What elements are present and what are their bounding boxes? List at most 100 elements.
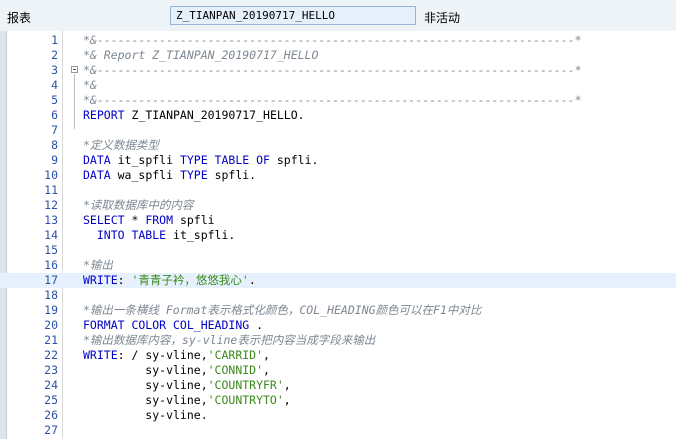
comment-token: *&--------------------------------------… [83,63,582,77]
code-text: REPORT Z_TIANPAN_20190717_HELLO. [83,108,305,123]
code-token: , [283,393,291,407]
code-text: FORMAT COLOR COL_HEADING . [83,318,263,333]
string-token: '青青子衿，悠悠我心' [131,273,249,287]
code-text: *& [83,78,97,93]
line-number: 6 [51,108,58,122]
code-line[interactable]: 8 *定义数据类型 [0,138,676,153]
code-line[interactable]: 15 [0,243,676,258]
code-token: * [131,213,146,227]
code-token: . [256,318,264,332]
code-token: : [117,273,132,287]
comment-token: *&--------------------------------------… [83,93,582,107]
line-number: 20 [44,318,58,332]
code-token: : / sy-vline, [117,348,208,362]
code-token: spfli. [276,153,319,167]
code-text: *定义数据类型 [83,138,159,153]
comment-token: *定义数据类型 [83,138,159,152]
code-line[interactable]: 4 *& [0,78,676,93]
line-number: 26 [44,408,58,422]
code-line[interactable]: 17 WRITE: '青青子衿，悠悠我心'. [0,273,676,288]
comment-token: *读取数据库中的内容 [83,198,194,212]
code-text: *读取数据库中的内容 [83,198,193,213]
line-number: 19 [44,303,58,317]
code-line[interactable]: 2 *& Report Z_TIANPAN_20190717_HELLO [0,48,676,63]
code-text: WRITE: / sy-vline,'CARRID', [83,348,270,363]
code-text: *&--------------------------------------… [83,33,582,48]
keyword-token: DATA [83,168,118,182]
string-token: 'COUNTRYFR' [207,378,284,392]
comment-token: *& [83,78,97,92]
code-token: , [263,363,270,377]
program-name-field[interactable]: Z_TIANPAN_20190717_HELLO [170,6,416,25]
line-number: 3 [51,63,58,77]
code-line[interactable]: 13 SELECT * FROM spfli [0,213,676,228]
line-number: 4 [51,78,58,92]
code-text: sy-vline,'CONNID', [83,363,270,378]
line-number: 25 [44,393,58,407]
line-number: 9 [51,153,58,167]
code-text: sy-vline,'COUNTRYFR', [83,378,290,393]
string-token: 'CONNID' [207,363,264,377]
line-number: 21 [44,333,58,347]
line-number: 12 [44,198,58,212]
code-token: sy-vline, [83,393,208,407]
line-number: 8 [51,138,58,152]
line-number: 7 [51,123,58,137]
code-text: SELECT * FROM spfli [83,213,215,228]
code-line[interactable]: 12 *读取数据库中的内容 [0,198,676,213]
code-editor[interactable]: 1 *&-------------------------------------… [0,31,676,439]
code-line[interactable]: 20 FORMAT COLOR COL_HEADING . [0,318,676,333]
keyword-token: FORMAT COLOR COL_HEADING [83,318,257,332]
keyword-token: TYPE [179,168,215,182]
code-line[interactable]: 16 *输出 [0,258,676,273]
code-line[interactable]: 9 DATA it_spfli TYPE TABLE OF spfli. [0,153,676,168]
code-line[interactable]: 3 *&-------------------------------------… [0,63,676,78]
line-number: 2 [51,48,58,62]
code-token: , [263,348,270,362]
code-text: DATA wa_spfli TYPE spfli. [83,168,256,183]
code-line[interactable]: 25 sy-vline,'COUNTRYTO', [0,393,676,408]
code-line[interactable]: 24 sy-vline,'COUNTRYFR', [0,378,676,393]
code-text: sy-vline,'COUNTRYTO', [83,393,291,408]
code-line[interactable]: 14 INTO TABLE it_spfli. [0,228,676,243]
keyword-token: DATA [83,153,118,167]
line-number: 27 [44,423,58,437]
line-number: 14 [44,228,58,242]
line-number: 1 [51,33,58,47]
comment-token: *& Report Z_TIANPAN_20190717_HELLO [83,48,319,62]
code-line[interactable]: 6 REPORT Z_TIANPAN_20190717_HELLO. [0,108,676,123]
code-line[interactable]: 7 [0,123,676,138]
code-line[interactable]: 23 sy-vline,'CONNID', [0,363,676,378]
code-line[interactable]: 1 *&-------------------------------------… [0,33,676,48]
code-token: sy-vline. [83,408,208,422]
code-line[interactable]: 18 [0,288,676,303]
string-token: 'COUNTRYTO' [207,393,284,407]
keyword-token: SELECT [83,213,132,227]
code-line[interactable]: 27 [0,423,676,438]
code-token: it_spfli [117,153,180,167]
code-text: *输出一条横线 Format表示格式化颜色，COL_HEADING颜色可以在F1… [83,303,481,318]
keyword-token: TYPE TABLE OF [179,153,277,167]
code-token: wa_spfli [117,168,180,182]
comment-token: *输出 [83,258,113,272]
code-token: spfli [179,213,215,227]
line-number: 17 [44,273,58,287]
code-line[interactable]: 10 DATA wa_spfli TYPE spfli. [0,168,676,183]
code-text: INTO TABLE it_spfli. [83,228,235,243]
code-token: sy-vline, [83,363,208,377]
comment-token: *输出数据库内容，sy-vline表示把内容当成字段来输出 [83,333,376,347]
code-token: spfli. [214,168,257,182]
line-number: 5 [51,93,58,107]
code-line[interactable]: 21 *输出数据库内容，sy-vline表示把内容当成字段来输出 [0,333,676,348]
code-line[interactable]: 26 sy-vline. [0,408,676,423]
code-line[interactable]: 5 *&-------------------------------------… [0,93,676,108]
line-number: 16 [44,258,58,272]
code-line[interactable]: 22 WRITE: / sy-vline,'CARRID', [0,348,676,363]
code-line[interactable]: 11 [0,183,676,198]
comment-token: *&--------------------------------------… [83,33,582,47]
keyword-token: WRITE [83,348,118,362]
code-line[interactable]: 19 *输出一条横线 Format表示格式化颜色，COL_HEADING颜色可以在… [0,303,676,318]
keyword-token: WRITE [83,273,118,287]
code-token: . [248,273,256,287]
line-number: 15 [44,243,58,257]
